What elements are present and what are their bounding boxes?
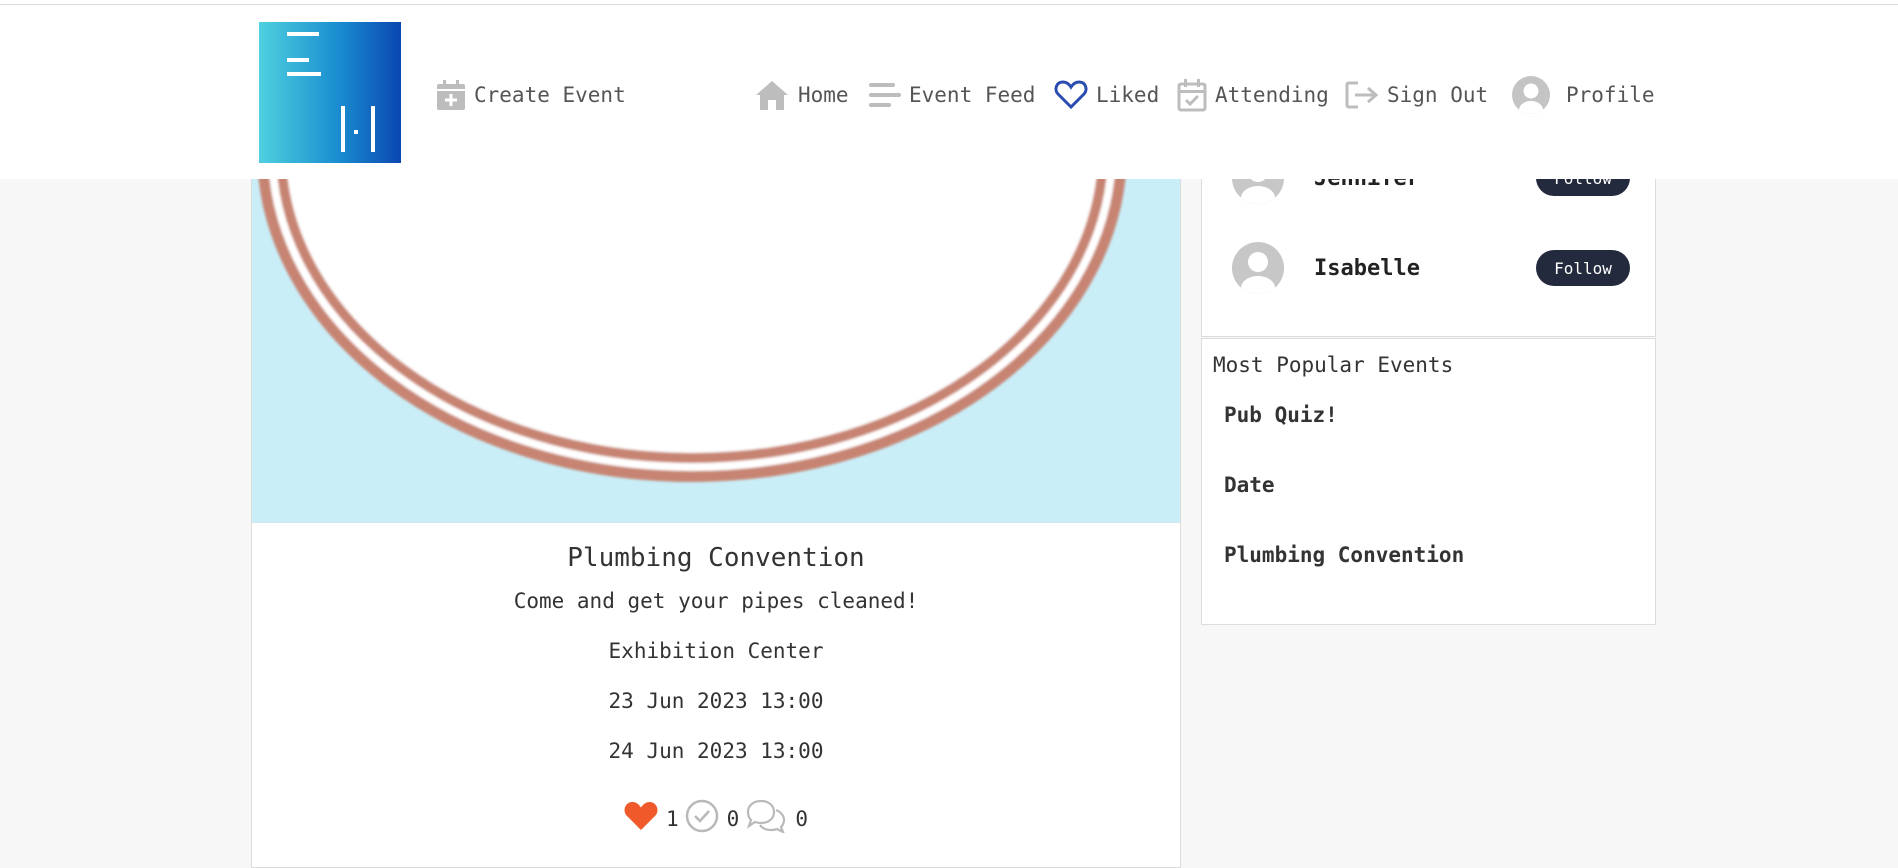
nav-attending-label: Attending: [1215, 83, 1329, 107]
popular-events-title: Most Popular Events: [1213, 353, 1454, 377]
nav-event-feed-label: Event Feed: [909, 83, 1036, 107]
avatar: [1512, 76, 1550, 114]
nav-profile[interactable]: Profile: [1512, 76, 1655, 114]
like-stat[interactable]: 1: [624, 801, 679, 836]
event-start-date: 23 Jun 2023 13:00: [608, 689, 824, 713]
follow-button[interactable]: Follow: [1536, 250, 1630, 286]
top-navbar: Create Event Home Event Feed Liked Atten…: [0, 5, 1898, 179]
heart-icon: [1054, 80, 1088, 110]
nav-home[interactable]: Home: [754, 77, 849, 113]
nav-liked-label: Liked: [1096, 83, 1160, 107]
event-location: Exhibition Center: [608, 639, 824, 663]
nav-sign-out-label: Sign Out: [1387, 83, 1489, 107]
popular-event-link[interactable]: Date: [1224, 473, 1275, 497]
avatar[interactable]: [1232, 242, 1284, 294]
most-popular-events-panel: Most Popular Events Pub Quiz! Date Plumb…: [1201, 338, 1656, 625]
nav-home-label: Home: [798, 83, 849, 107]
comment-stat[interactable]: 0: [745, 799, 808, 838]
event-end-date: 24 Jun 2023 13:00: [608, 739, 824, 763]
pipe-ring-image: [257, 151, 1127, 482]
calendar-check-icon: [1177, 78, 1207, 112]
nav-sign-out[interactable]: Sign Out: [1345, 77, 1488, 113]
site-logo[interactable]: [259, 22, 401, 163]
calendar-plus-icon: [436, 79, 466, 111]
check-circle-icon[interactable]: [685, 799, 719, 838]
attend-stat[interactable]: 0: [685, 799, 740, 838]
comments-icon[interactable]: [745, 799, 787, 838]
sign-out-icon: [1345, 80, 1379, 110]
attend-count: 0: [726, 806, 740, 831]
like-count: 1: [666, 806, 679, 831]
nav-liked[interactable]: Liked: [1054, 77, 1159, 113]
nav-profile-label: Profile: [1566, 83, 1655, 107]
event-stats: 1 0 0: [252, 799, 1180, 838]
popular-event-link[interactable]: Plumbing Convention: [1224, 543, 1464, 567]
event-description: Come and get your pipes cleaned!: [513, 589, 919, 613]
event-image[interactable]: [252, 151, 1180, 523]
popular-event-link[interactable]: Pub Quiz!: [1224, 403, 1338, 427]
nav-event-feed[interactable]: Event Feed: [869, 77, 1035, 113]
event-title[interactable]: Plumbing Convention: [252, 543, 1180, 573]
nav-attending[interactable]: Attending: [1177, 77, 1329, 113]
profile-row[interactable]: Isabelle Follow: [1232, 238, 1644, 298]
nav-create-event[interactable]: Create Event: [436, 77, 626, 113]
heart-filled-icon[interactable]: [624, 801, 658, 836]
home-icon: [754, 79, 790, 111]
profile-name[interactable]: Isabelle: [1314, 256, 1420, 281]
nav-create-event-label: Create Event: [474, 83, 626, 107]
event-card[interactable]: Plumbing Convention Come and get your pi…: [251, 150, 1181, 868]
comment-count: 0: [795, 806, 808, 831]
list-icon: [869, 81, 901, 109]
